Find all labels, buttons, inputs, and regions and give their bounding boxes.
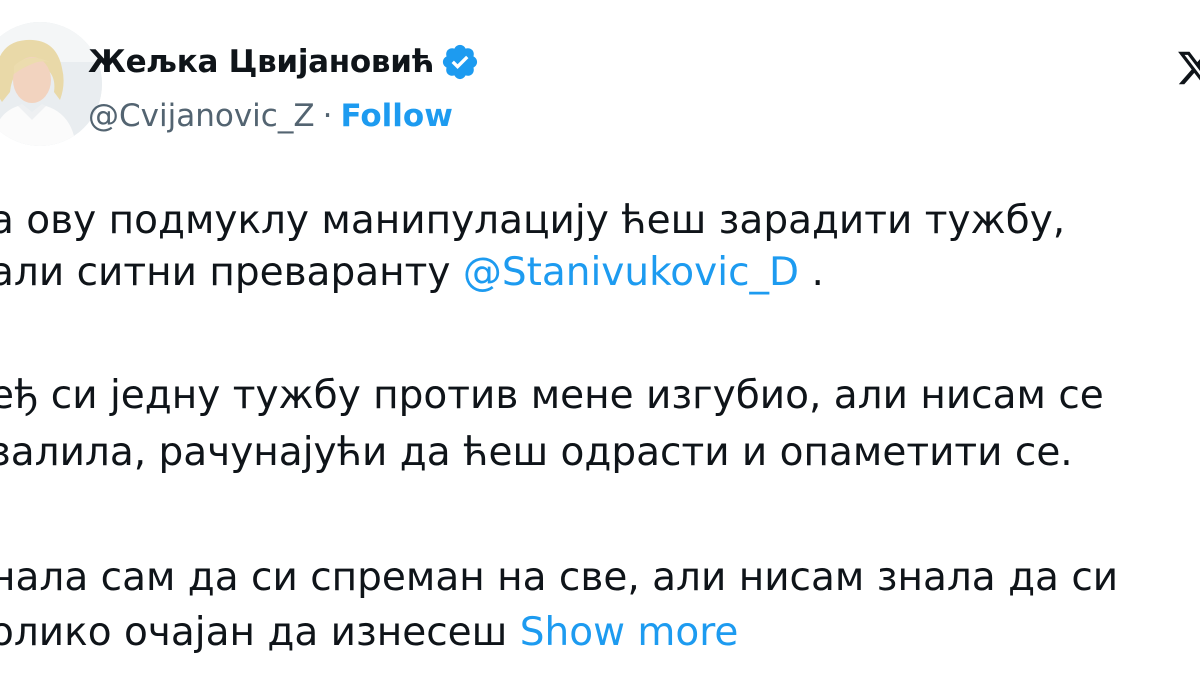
follow-button[interactable]: Follow xyxy=(340,98,452,134)
tweet-card: Жељка Цвијановић @Cvijanovic_Z · Follow … xyxy=(0,0,1200,675)
verified-badge-icon xyxy=(443,44,478,80)
separator-dot: · xyxy=(322,98,333,134)
mention-link[interactable]: @Stanivukovic_D xyxy=(463,250,799,295)
show-more-link[interactable]: Show more xyxy=(520,610,739,655)
tweet-text-fragment: . xyxy=(799,250,824,295)
tweet-text-line: нала сам да си спреман на све, али нисам… xyxy=(0,555,1119,600)
tweet-text-fragment: олико очајан да изнесеш xyxy=(0,610,520,655)
tweet-text-fragment: али ситни преваранту xyxy=(0,250,463,295)
author-handle[interactable]: @Cvijanovic_Z xyxy=(88,98,315,134)
tweet-text-line: олико очајан да изнесеш Show more xyxy=(0,605,738,661)
tweet-text-line: залила, рачунајући да ћеш одрасти и опам… xyxy=(0,430,1073,475)
display-name[interactable]: Жељка Цвијановић xyxy=(88,44,434,80)
author-name-row: Жељка Цвијановић xyxy=(88,38,480,86)
profile-photo xyxy=(0,22,102,146)
tweet-text-line: али ситни преваранту @Stanivukovic_D . xyxy=(0,245,824,301)
x-close-icon[interactable] xyxy=(1176,48,1200,88)
tweet-text-line: еђ си једну тужбу против мене изгубио, а… xyxy=(0,373,1104,418)
author-handle-row: @Cvijanovic_Z · Follow xyxy=(88,92,453,140)
tweet-text-line: а ову подмуклу манипулацију ћеш зарадити… xyxy=(0,198,1066,243)
avatar[interactable] xyxy=(0,22,102,146)
